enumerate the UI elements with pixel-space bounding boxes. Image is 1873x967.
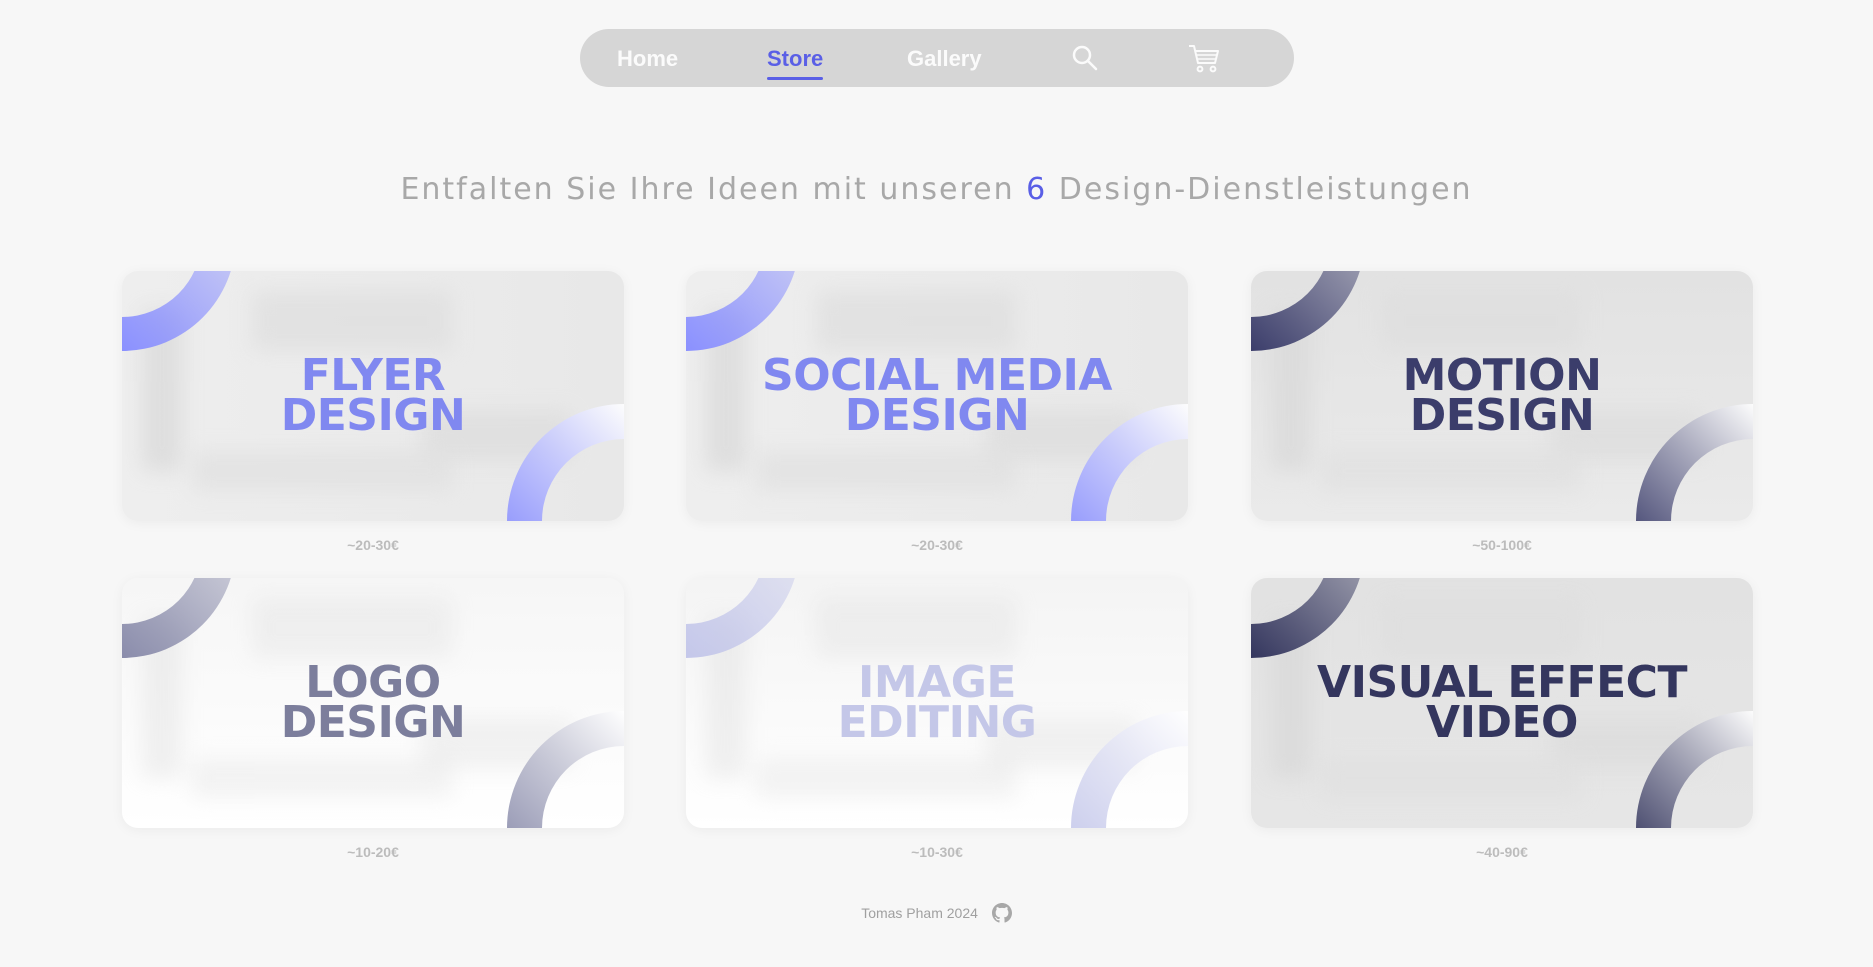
service-card[interactable]: SOCIAL MEDIA DESIGN [686,271,1188,521]
service-title-line2: DESIGN [844,390,1030,441]
nav-store-link[interactable]: Store [767,46,824,80]
github-icon[interactable] [991,903,1012,923]
service-title: IMAGE EDITING [686,661,1188,748]
service-card[interactable]: MOTION DESIGN [1251,271,1753,521]
headline-text-after: Design-Dienstleistungen [1047,172,1473,207]
cart-icon[interactable] [1187,41,1221,79]
page-headline: Entfalten Sie Ihre Ideen mit unseren 6 D… [0,172,1873,207]
service-title-line2: DESIGN [280,390,466,441]
headline-text-before: Entfalten Sie Ihre Ideen mit unseren [400,172,1027,207]
nav-bar: Home Store Gallery [580,29,1294,87]
service-title-line2: DESIGN [1409,390,1595,441]
service-price: ~10-30€ [911,844,963,860]
service-title-line2: EDITING [837,697,1037,748]
service-price: ~20-30€ [347,537,399,553]
nav-home-link[interactable]: Home [617,46,678,72]
service-title: SOCIAL MEDIA DESIGN [686,354,1188,441]
service-card[interactable]: VISUAL EFFECT VIDEO [1251,578,1753,828]
service-title-line2: DESIGN [280,697,466,748]
service-card[interactable]: FLYER DESIGN [122,271,624,521]
nav-gallery-link[interactable]: Gallery [907,46,982,72]
service-card[interactable]: LOGO DESIGN [122,578,624,828]
service-title-line2: VIDEO [1426,697,1578,748]
service-price: ~10-20€ [347,844,399,860]
search-icon[interactable] [1070,43,1100,77]
service-count: 6 [1026,172,1048,207]
service-title: LOGO DESIGN [122,661,624,748]
service-price: ~50-100€ [1472,537,1532,553]
service-price: ~40-90€ [1476,844,1528,860]
service-title: MOTION DESIGN [1251,354,1753,441]
service-title: FLYER DESIGN [122,354,624,441]
service-price: ~20-30€ [911,537,963,553]
service-card[interactable]: IMAGE EDITING [686,578,1188,828]
service-title: VISUAL EFFECT VIDEO [1251,661,1753,748]
footer-copyright: Tomas Pham 2024 [861,905,978,921]
footer: Tomas Pham 2024 [0,903,1873,923]
